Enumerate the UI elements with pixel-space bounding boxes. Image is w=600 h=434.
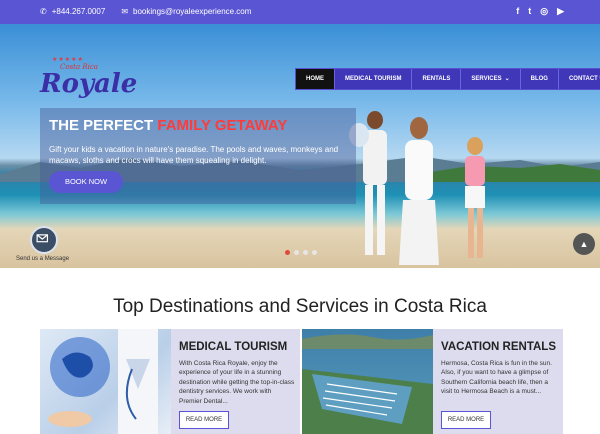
- nav-home[interactable]: HOME: [296, 69, 335, 89]
- hero-text: Gift your kids a vacation in nature's pa…: [49, 145, 339, 165]
- vacation-rentals-image[interactable]: [302, 329, 433, 434]
- read-more-button[interactable]: READ MORE: [179, 411, 229, 429]
- contact-info: ✆ +844.267.0007 ✉ bookings@royaleexperie…: [40, 7, 251, 16]
- medical-tourism-image[interactable]: [40, 329, 171, 434]
- medical-tourism-card: MEDICAL TOURISM With Costa Rica Royale, …: [171, 329, 300, 434]
- hero-title-red: FAMILY GETAWAY: [157, 117, 288, 134]
- chat-label[interactable]: Send us a Message: [16, 256, 69, 262]
- slider-dot[interactable]: [285, 250, 290, 255]
- envelope-icon: [36, 234, 49, 243]
- slider-dots: [285, 250, 317, 255]
- nav-rentals[interactable]: RENTALS: [412, 69, 462, 89]
- slider-dot[interactable]: [312, 250, 317, 255]
- hero-banner: ★★★★★ Costa Rica Royale HOME MEDICAL TOU…: [0, 24, 600, 268]
- nav-contact-us[interactable]: CONTACT US: [559, 69, 600, 89]
- doctor-globe-illustration: [48, 329, 158, 434]
- nav-medical-tourism[interactable]: MEDICAL TOURISM: [335, 69, 413, 89]
- twitter-icon[interactable]: t: [528, 6, 531, 17]
- card-text: With Costa Rica Royale, enjoy the experi…: [179, 360, 295, 405]
- section-title: Top Destinations and Services in Costa R…: [113, 296, 487, 317]
- nav-services[interactable]: SERVICES ⌄: [461, 69, 521, 89]
- youtube-icon[interactable]: ▶: [557, 6, 564, 17]
- card-title[interactable]: MEDICAL TOURISM: [179, 341, 287, 353]
- chevron-down-icon: ⌄: [504, 76, 510, 82]
- book-now-button[interactable]: BOOK NOW: [49, 171, 123, 193]
- scroll-to-top-icon[interactable]: ▲: [573, 233, 595, 255]
- hero-title: THE PERFECT FAMILY GETAWAY: [49, 117, 287, 134]
- envelope-icon: ✉: [121, 7, 129, 16]
- nav-blog[interactable]: BLOG: [521, 69, 559, 89]
- slider-dot[interactable]: [294, 250, 299, 255]
- marina-aerial-photo: [302, 334, 433, 434]
- main-nav: HOME MEDICAL TOURISM RENTALS SERVICES ⌄ …: [295, 68, 600, 90]
- family-photo: [349, 111, 485, 265]
- card-title[interactable]: VACATION RENTALS: [441, 341, 556, 353]
- email-contact[interactable]: ✉ bookings@royaleexperience.com: [121, 7, 251, 16]
- social-links: f t ◎ ▶: [516, 6, 564, 17]
- nav-services-label: SERVICES: [471, 76, 502, 82]
- vacation-rentals-card: VACATION RENTALS Hermosa, Costa Rica is …: [433, 329, 563, 434]
- logo-royale: Royale: [40, 69, 138, 99]
- read-more-button[interactable]: READ MORE: [441, 411, 491, 429]
- logo-stars: ★★★★★: [52, 57, 84, 63]
- site-logo[interactable]: ★★★★★ Costa Rica Royale: [38, 56, 137, 100]
- hero-title-white: THE PERFECT: [49, 117, 154, 134]
- phone-icon: ✆: [40, 7, 47, 16]
- top-bar: ✆ +844.267.0007 ✉ bookings@royaleexperie…: [0, 0, 600, 24]
- instagram-icon[interactable]: ◎: [540, 6, 548, 17]
- chat-icon[interactable]: [30, 226, 58, 254]
- card-text: Hermosa, Costa Rica is fun in the sun. A…: [441, 360, 552, 396]
- slider-dot[interactable]: [303, 250, 308, 255]
- facebook-icon[interactable]: f: [516, 6, 519, 17]
- phone-contact[interactable]: ✆ +844.267.0007: [40, 7, 105, 16]
- email-address[interactable]: bookings@royaleexperience.com: [133, 7, 251, 16]
- phone-number[interactable]: +844.267.0007: [52, 7, 106, 16]
